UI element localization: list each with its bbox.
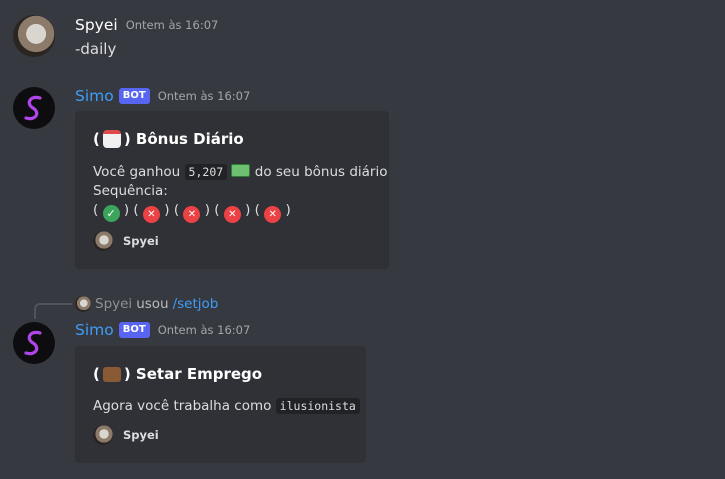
embed-footer: Spyei — [93, 425, 159, 445]
reply-verb: usou — [136, 296, 169, 312]
title-text: ) Setar Emprego — [123, 365, 263, 383]
money-icon — [231, 164, 251, 177]
streak-label: Sequência: — [93, 183, 168, 199]
bot-tag: BOT — [118, 322, 150, 338]
footer-avatar — [93, 425, 113, 445]
reply-command[interactable]: /setjob — [173, 296, 219, 312]
desc-suffix: do seu bônus diário — [254, 164, 388, 180]
simo-logo-icon — [24, 95, 42, 121]
reply-avatar — [75, 296, 91, 312]
job-code: ilusionista — [275, 398, 360, 414]
title-text: ) Bônus Diário — [123, 130, 244, 148]
streak-row: ( ✓ ) ( ✕ ) ( ✕ ) ( ✕ ) ( ✕ ) — [93, 201, 291, 223]
calendar-icon — [102, 130, 121, 148]
timestamp: Ontem às 16:07 — [125, 18, 219, 32]
bot-avatar[interactable] — [13, 322, 55, 364]
title-paren-open: ( — [93, 130, 100, 148]
embed-description-line1: Você ganhou 5,207 do seu bônus diário — [93, 163, 388, 182]
simo-logo-icon — [24, 330, 42, 356]
user-avatar[interactable] — [13, 15, 55, 57]
embed-daily-bonus: ( ) Bônus Diário Você ganhou 5,207 do se… — [75, 111, 389, 269]
message-header: Simo BOT Ontem às 16:07 — [75, 87, 250, 105]
message-header: Simo BOT Ontem às 16:07 — [75, 321, 250, 339]
bot-username[interactable]: Simo — [75, 87, 114, 105]
title-paren-open: ( — [93, 365, 100, 383]
embed-set-job: ( ) Setar Emprego Agora você trabalha co… — [75, 346, 366, 463]
embed-description: Agora você trabalha como ilusionista — [93, 397, 360, 416]
username[interactable]: Spyei — [75, 16, 118, 34]
message-header: Spyei Ontem às 16:07 — [75, 16, 218, 34]
reply-reference[interactable]: Spyei usou /setjob — [75, 296, 218, 312]
footer-username: Spyei — [123, 428, 159, 442]
timestamp: Ontem às 16:07 — [157, 323, 251, 337]
desc-prefix: Você ganhou — [93, 164, 181, 180]
cross-icon: ✕ — [142, 206, 160, 223]
bot-avatar[interactable] — [13, 87, 55, 129]
check-icon: ✓ — [102, 205, 120, 222]
footer-avatar — [93, 231, 113, 251]
footer-username: Spyei — [123, 234, 159, 248]
message-content: -daily — [75, 40, 117, 58]
cross-icon: ✕ — [223, 206, 241, 223]
reply-connector — [34, 303, 72, 319]
briefcase-icon — [102, 366, 121, 382]
reply-username[interactable]: Spyei — [95, 296, 132, 312]
embed-title: ( ) Setar Emprego — [93, 365, 262, 383]
cross-icon: ✕ — [264, 206, 282, 223]
amount-code: 5,207 — [184, 164, 228, 180]
embed-footer: Spyei — [93, 231, 159, 251]
bot-tag: BOT — [118, 88, 150, 104]
desc-prefix: Agora você trabalha como — [93, 398, 272, 414]
timestamp: Ontem às 16:07 — [157, 89, 251, 103]
cross-icon: ✕ — [183, 206, 201, 223]
bot-username[interactable]: Simo — [75, 321, 114, 339]
embed-title: ( ) Bônus Diário — [93, 130, 244, 148]
